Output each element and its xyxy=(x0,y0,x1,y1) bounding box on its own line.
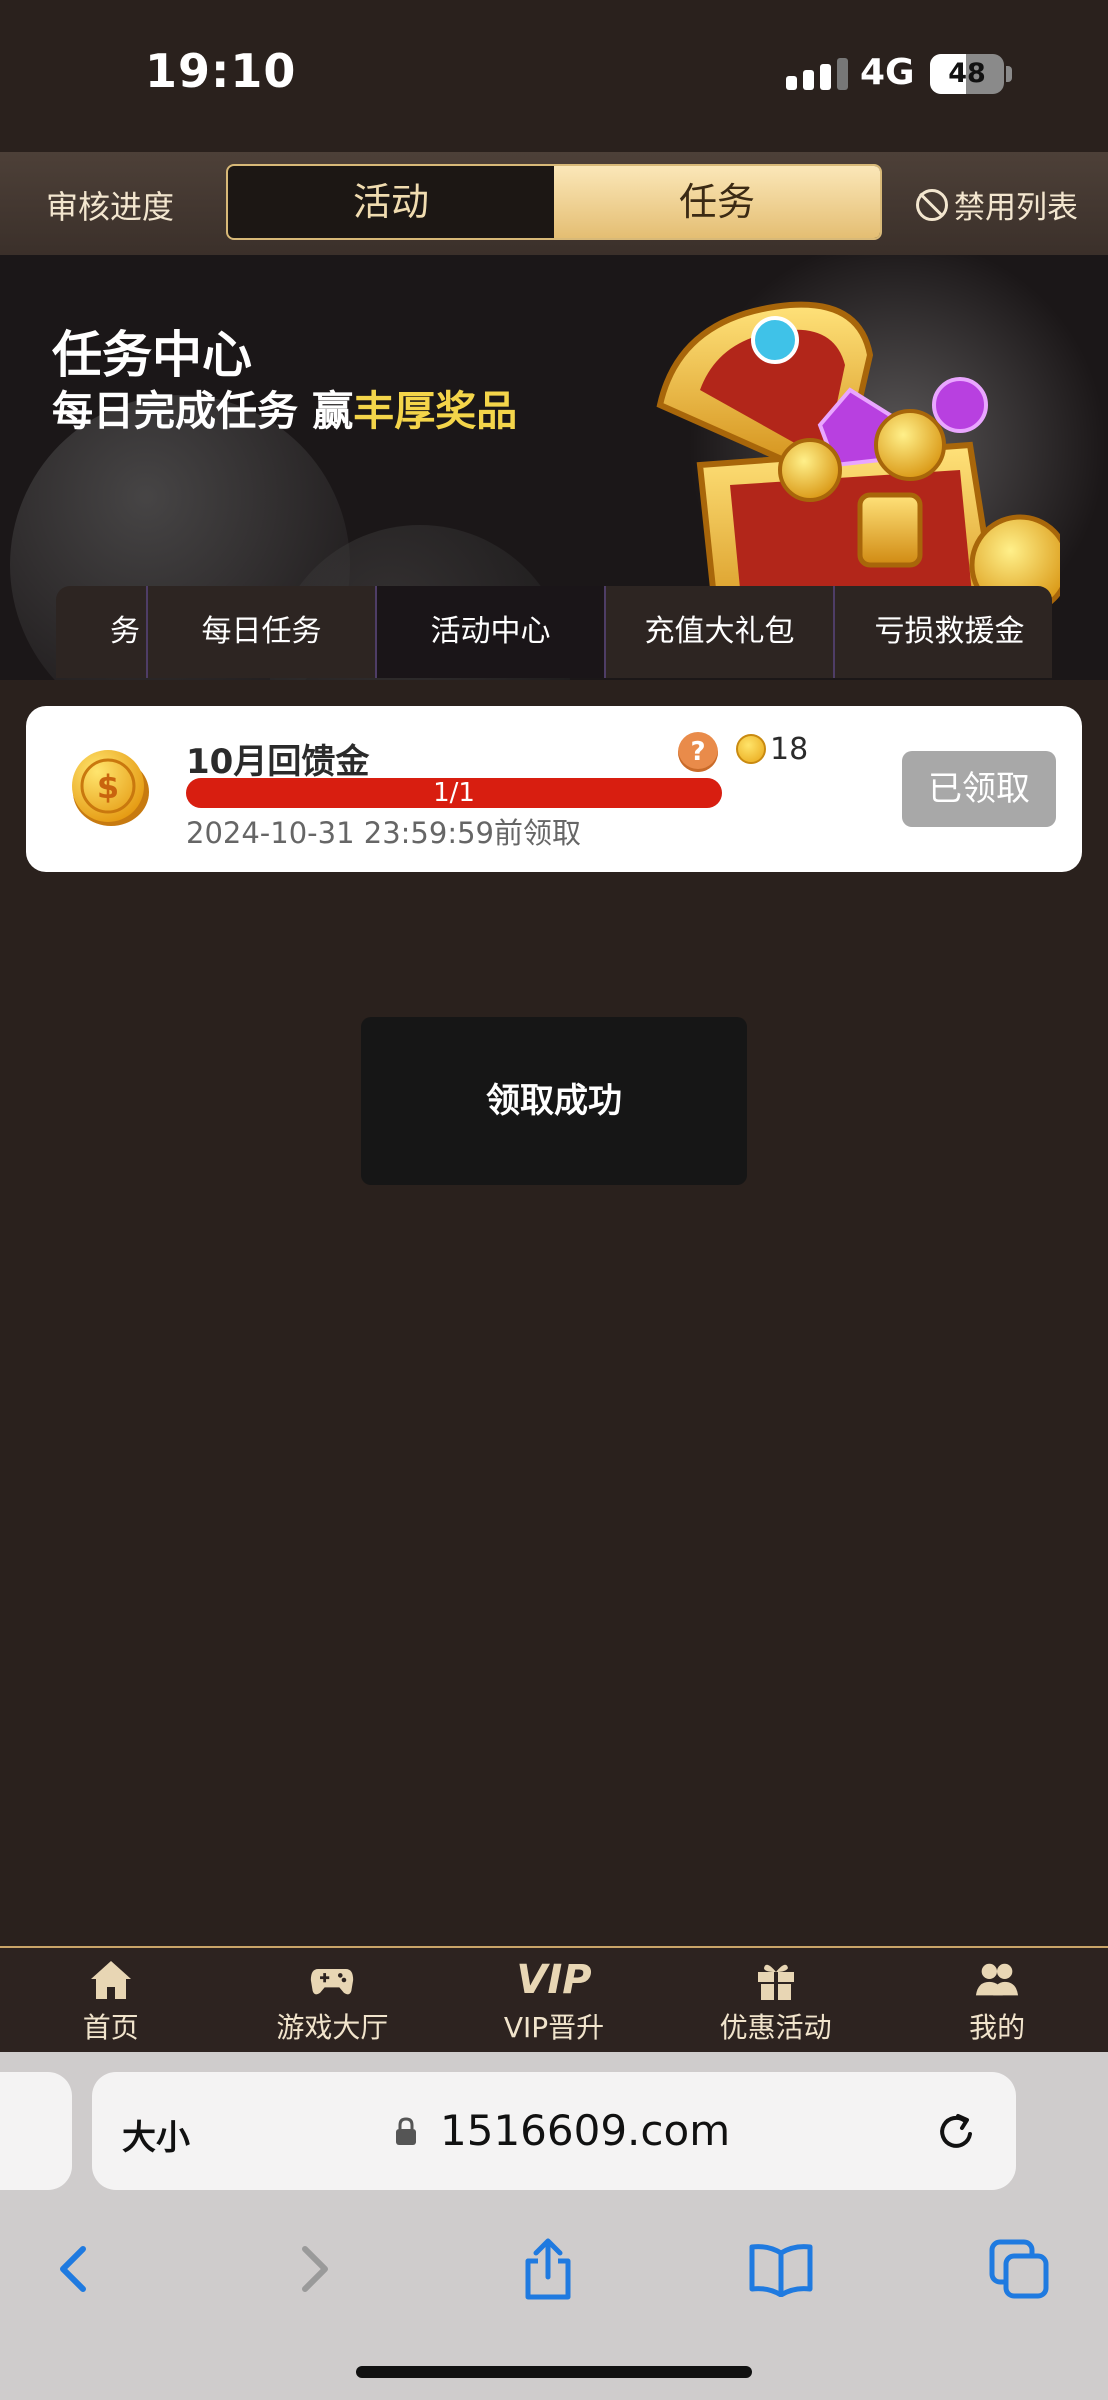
bookmarks-button[interactable] xyxy=(748,2236,814,2302)
status-bar: 19:10 4G 48 xyxy=(0,0,1108,152)
coin-icon: $ xyxy=(72,750,149,826)
back-button[interactable] xyxy=(40,2236,106,2302)
chevron-left-icon xyxy=(60,2246,86,2292)
banner-subtitle-prefix: 每日完成任务 赢 xyxy=(52,387,354,435)
vip-icon: VIP xyxy=(509,1958,599,2002)
previous-tab-preview[interactable] xyxy=(0,2072,72,2190)
tab-activities[interactable]: 活动 xyxy=(228,166,554,238)
tab-vip-label: VIP晋升 xyxy=(503,2011,605,2044)
svg-text:$: $ xyxy=(97,768,119,806)
bottom-tab-bar: 首页 游戏大厅 VIP VIP晋升 优惠活动 我的 xyxy=(0,1946,1108,2052)
battery-icon: 48 xyxy=(930,54,1004,94)
banner-subtitle: 每日完成任务 赢丰厚奖品 xyxy=(52,377,517,437)
tab-home[interactable]: 首页 xyxy=(0,1948,222,2052)
share-button[interactable] xyxy=(515,2236,581,2302)
user-group-icon xyxy=(974,1958,1020,2002)
address-bar[interactable]: 大小 1516609.com xyxy=(92,2072,1016,2190)
tab-mine-label: 我的 xyxy=(969,2011,1026,2044)
banner-subtitle-highlight: 丰厚奖品 xyxy=(353,387,518,435)
ban-icon xyxy=(916,188,948,221)
chevron-right-icon xyxy=(302,2246,328,2292)
battery-tip xyxy=(1006,66,1012,82)
help-icon[interactable]: ? xyxy=(678,732,718,772)
task-card: $ 10月回馈金 ? 18 1/1 2024-10-31 23:59:59前领取… xyxy=(26,706,1082,872)
tab-activity-center[interactable]: 活动中心 xyxy=(377,586,606,678)
tab-home-label: 首页 xyxy=(82,2011,139,2044)
tabs-button[interactable] xyxy=(986,2236,1052,2302)
top-nav: 审核进度 活动 任务 禁用列表 xyxy=(0,152,1108,255)
status-time: 19:10 xyxy=(145,44,297,98)
toast-message: 领取成功 xyxy=(361,1017,747,1185)
task-progress-bar: 1/1 xyxy=(186,778,722,808)
reload-icon[interactable] xyxy=(934,2108,980,2154)
browser-chrome: 大小 1516609.com xyxy=(0,2052,1108,2400)
text-size-button[interactable]: 大小 xyxy=(122,2110,190,2159)
signal-icon xyxy=(786,58,848,90)
gift-icon xyxy=(753,1958,799,2002)
review-progress-link[interactable]: 审核进度 xyxy=(46,182,174,228)
home-icon xyxy=(88,1958,134,2002)
tab-game-lobby[interactable]: 游戏大厅 xyxy=(222,1948,444,2052)
tab-tasks[interactable]: 任务 xyxy=(554,166,880,238)
task-category-tabs: 务 每日任务 活动中心 充值大礼包 亏损救援金 xyxy=(56,586,1052,678)
task-reward: 18 xyxy=(770,732,809,767)
book-icon xyxy=(749,2244,813,2297)
blocked-list-label: 禁用列表 xyxy=(954,190,1078,226)
task-title: 10月回馈金 xyxy=(186,742,370,782)
tab-mine[interactable]: 我的 xyxy=(886,1948,1108,2052)
gamepad-icon xyxy=(309,1958,355,2002)
share-icon xyxy=(525,2238,571,2300)
tab-previous-task-category[interactable]: 务 xyxy=(56,586,148,678)
tab-vip[interactable]: VIP VIP晋升 xyxy=(443,1948,665,2052)
tab-loss-rescue-fund[interactable]: 亏损救援金 xyxy=(835,586,1052,678)
claimed-button[interactable]: 已领取 xyxy=(902,751,1056,827)
network-type: 4G xyxy=(860,52,915,93)
tab-daily-tasks[interactable]: 每日任务 xyxy=(148,586,377,678)
segmented-control: 活动 任务 xyxy=(226,164,882,240)
home-indicator xyxy=(356,2366,752,2378)
url-text: 1516609.com xyxy=(440,2106,731,2155)
forward-button[interactable] xyxy=(282,2236,348,2302)
reward-coin-icon xyxy=(736,734,766,764)
tab-promotions[interactable]: 优惠活动 xyxy=(665,1948,887,2052)
vip-logo-text: VIP xyxy=(516,1957,592,2003)
tab-recharge-gift-pack[interactable]: 充值大礼包 xyxy=(606,586,835,678)
task-progress-label: 1/1 xyxy=(433,778,475,808)
browser-toolbar xyxy=(0,2216,1108,2326)
blocked-list-link[interactable]: 禁用列表 xyxy=(916,182,1078,227)
battery-level: 48 xyxy=(948,58,986,89)
tabs-icon xyxy=(989,2239,1049,2299)
lock-icon xyxy=(396,2117,416,2145)
task-deadline: 2024-10-31 23:59:59前领取 xyxy=(186,816,581,850)
tab-promotions-label: 优惠活动 xyxy=(719,2011,832,2044)
tab-game-lobby-label: 游戏大厅 xyxy=(276,2011,389,2044)
